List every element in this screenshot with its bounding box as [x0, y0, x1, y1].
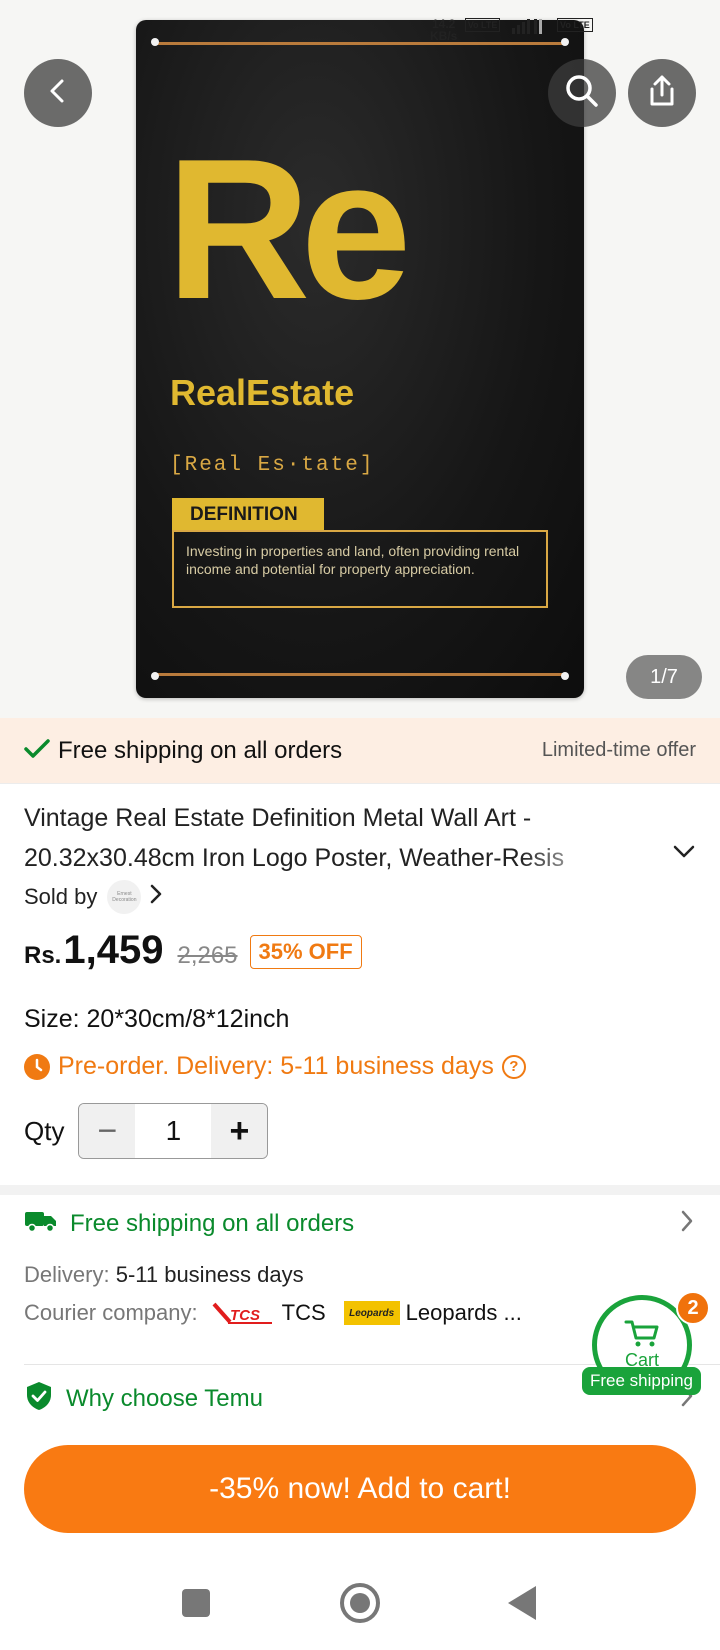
size-label[interactable]: Size: 20*30cm/8*12inch — [24, 1005, 289, 1034]
system-back-button[interactable] — [508, 1586, 536, 1620]
expand-title-button[interactable] — [670, 838, 698, 866]
question-icon[interactable]: ? — [501, 1054, 526, 1079]
image-counter: 1/7 — [626, 655, 702, 699]
share-icon — [644, 73, 680, 114]
truck-icon — [24, 1208, 58, 1239]
seller-logo[interactable]: Ernest Decoration — [107, 880, 142, 914]
recents-button[interactable] — [182, 1589, 210, 1617]
poster-phonetic: [Real Es·tate] — [170, 454, 375, 477]
cart-button[interactable]: Cart 2 Free shipping — [582, 1291, 720, 1395]
courier-info: Courier company: TCS TCS Leopards Leopar… — [24, 1300, 522, 1326]
chevron-right-icon — [147, 883, 165, 911]
shipping-title: Free shipping on all orders — [70, 1209, 355, 1237]
back-button[interactable] — [24, 59, 92, 127]
decrease-qty-button[interactable]: − — [79, 1104, 136, 1158]
poster-symbol: Re — [166, 118, 412, 341]
check-icon — [24, 735, 50, 767]
courier-leopards: Leopards ... — [405, 1300, 522, 1325]
qty-value[interactable]: 1 — [135, 1104, 212, 1158]
poster-bottom-line — [154, 673, 566, 676]
title-fade — [520, 838, 630, 878]
delivery-info: Delivery: 5-11 business days — [24, 1262, 304, 1288]
network-speed-unit: KB/s — [430, 29, 458, 43]
search-button[interactable] — [548, 59, 616, 127]
banner-title: Free shipping on all orders — [58, 736, 343, 764]
svg-text:TCS: TCS — [230, 1307, 260, 1324]
preorder-text: Pre-order. Delivery: 5-11 business days — [58, 1052, 494, 1080]
home-button[interactable] — [340, 1583, 380, 1623]
delivery-value: 5-11 business days — [115, 1262, 304, 1287]
original-price: 2,265 — [177, 942, 238, 969]
rivet — [151, 672, 159, 680]
network-speed: 14.2 KB/s — [430, 18, 457, 42]
why-title: Why choose Temu — [66, 1384, 263, 1412]
price-row: Rs. 1,459 2,265 35% OFF — [24, 928, 362, 973]
shield-check-icon — [24, 1380, 54, 1417]
share-button[interactable] — [628, 59, 696, 127]
sold-by-row[interactable]: Sold by Ernest Decoration — [24, 880, 165, 914]
shipping-row[interactable]: Free shipping on all orders — [24, 1208, 696, 1239]
section-divider — [0, 1185, 720, 1195]
qty-label: Qty — [24, 1115, 65, 1146]
price-value: 1,459 — [63, 928, 164, 972]
poster-definition-text: Investing in properties and land, often … — [172, 530, 548, 608]
product-image[interactable]: Re RealEstate [Real Es·tate] DEFINITION … — [136, 20, 584, 698]
discount-badge: 35% OFF — [249, 935, 362, 969]
rivet — [561, 672, 569, 680]
volte-indicator: Vo LTE — [464, 18, 501, 32]
cart-icon — [624, 1319, 660, 1352]
leopards-logo: Leopards — [343, 1301, 400, 1325]
price-currency: Rs. — [24, 942, 62, 969]
delivery-label: Delivery: — [24, 1262, 110, 1287]
cart-count-badge: 2 — [676, 1291, 710, 1325]
poster-word: RealEstate — [170, 372, 355, 413]
chevron-left-icon — [43, 76, 73, 111]
courier-label: Courier company: — [24, 1300, 198, 1325]
poster-definition-label: DEFINITION — [172, 498, 324, 530]
chevron-right-icon — [678, 1208, 696, 1239]
quantity-row: Qty − 1 + — [24, 1103, 269, 1159]
search-icon — [562, 71, 602, 116]
signal-icon — [510, 18, 550, 36]
poster-top-line — [154, 42, 566, 45]
preorder-info: Pre-order. Delivery: 5-11 business days … — [24, 1052, 526, 1081]
increase-qty-button[interactable]: + — [211, 1104, 268, 1158]
sold-by-label: Sold by — [24, 884, 98, 909]
product-gallery[interactable]: Re RealEstate [Real Es·tate] DEFINITION … — [0, 0, 720, 718]
banner-offer: Limited-time offer — [541, 739, 696, 761]
system-nav-bar — [0, 1555, 720, 1650]
cart-free-shipping: Free shipping — [582, 1367, 702, 1395]
rivet — [151, 38, 159, 46]
courier-tcs: TCS — [281, 1300, 326, 1325]
chevron-down-icon — [670, 845, 698, 870]
free-shipping-banner[interactable]: Free shipping on all orders Limited-time… — [0, 718, 720, 784]
volte-indicator-2: Vo LTE — [557, 18, 593, 32]
status-bar: 14.2 KB/s Vo LTE Vo LTE — [430, 18, 593, 42]
clock-icon — [24, 1053, 50, 1080]
add-to-cart-button[interactable]: -35% now! Add to cart! — [24, 1445, 696, 1533]
quantity-stepper[interactable]: − 1 + — [78, 1103, 269, 1159]
tcs-logo: TCS — [210, 1300, 274, 1326]
